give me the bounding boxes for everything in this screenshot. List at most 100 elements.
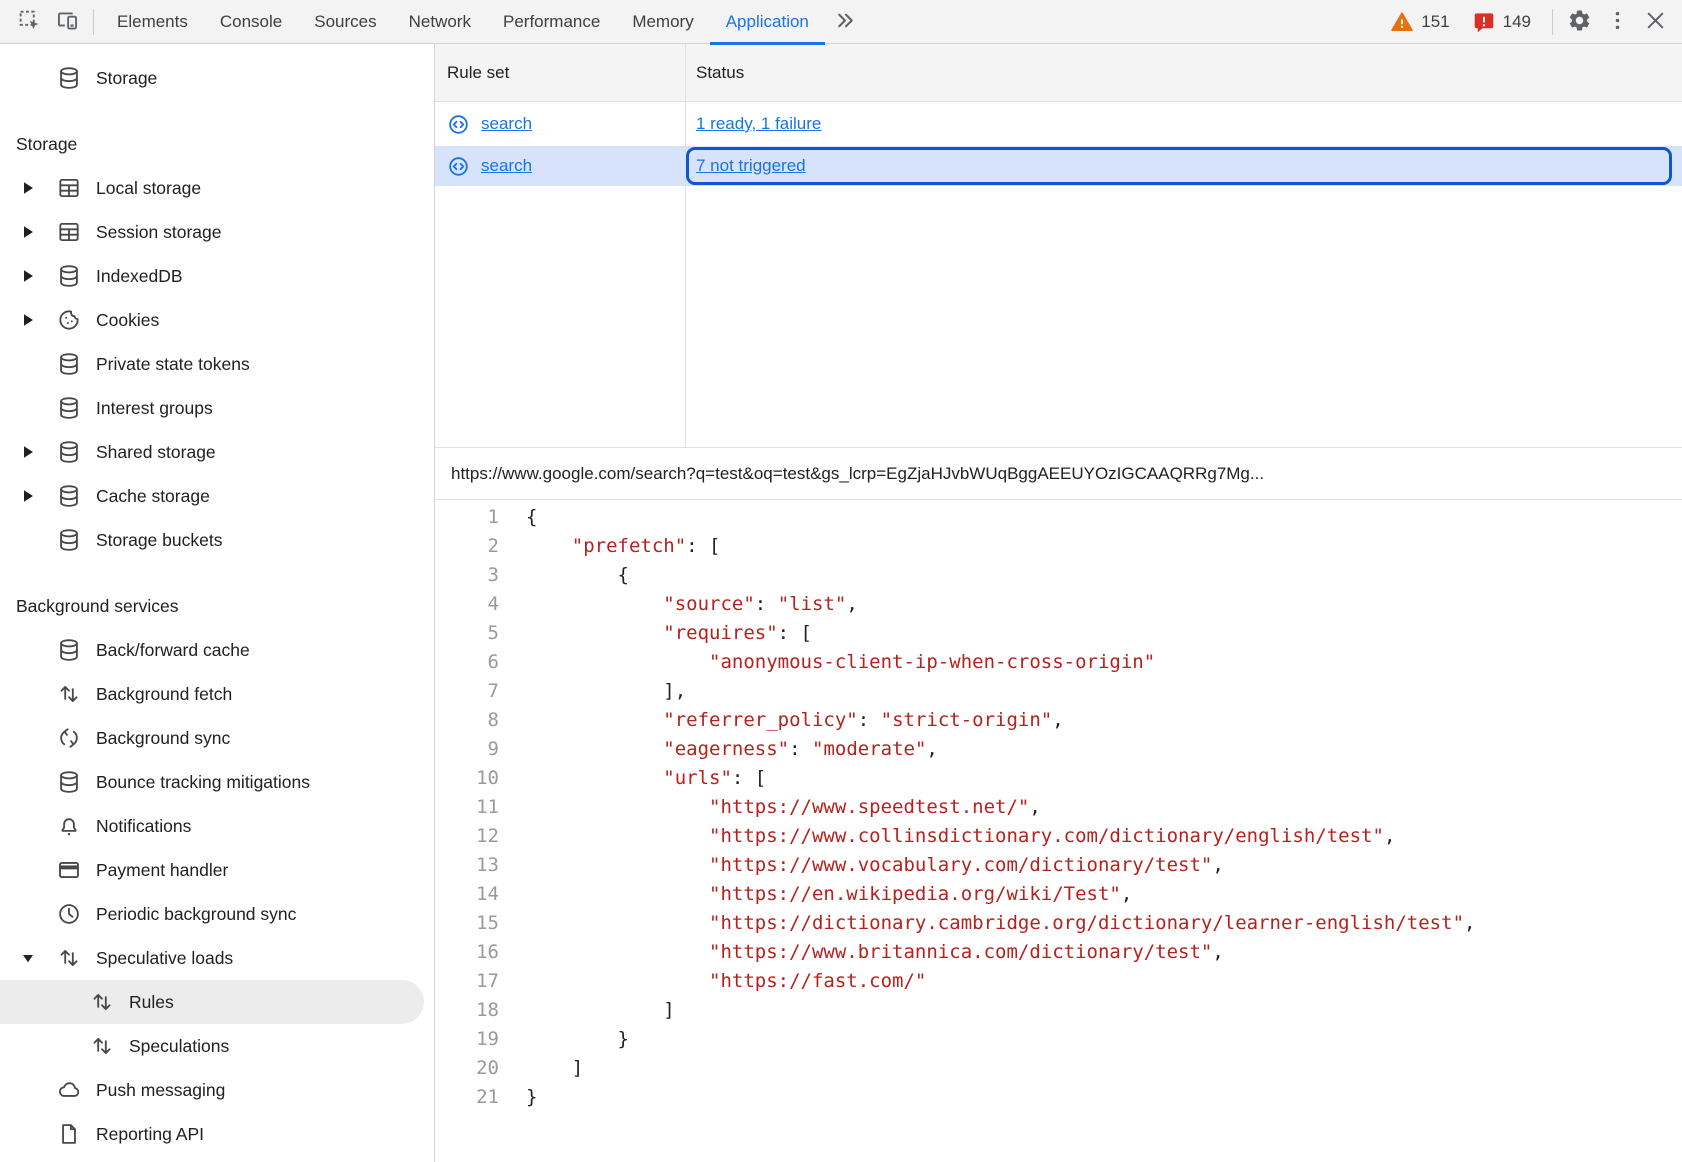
sidebar-item-background-sync[interactable]: Background sync — [0, 716, 434, 760]
close-icon — [1643, 8, 1668, 36]
code-line: 10 "urls": [ — [435, 764, 1682, 793]
close-devtools-button[interactable] — [1636, 3, 1674, 41]
sidebar-item-label: Speculative loads — [96, 948, 233, 969]
tab-sources[interactable]: Sources — [298, 0, 392, 44]
more-tabs-button[interactable] — [827, 3, 865, 41]
line-number[interactable]: 17 — [435, 967, 499, 996]
sidebar-item-label: Shared storage — [96, 442, 216, 463]
line-number[interactable]: 4 — [435, 590, 499, 619]
code-line: 8 "referrer_policy": "strict-origin", — [435, 706, 1682, 735]
code-line: 16 "https://www.britannica.com/dictionar… — [435, 938, 1682, 967]
line-number[interactable]: 21 — [435, 1083, 499, 1112]
rule-set-source-viewer[interactable]: 1{2 "prefetch": [3 {4 "source": "list",5… — [435, 500, 1682, 1162]
status-link[interactable]: 7 not triggered — [696, 156, 806, 176]
code-circle-icon — [447, 113, 470, 136]
sidebar-item-bounce-tracking-mitigations[interactable]: Bounce tracking mitigations — [0, 760, 434, 804]
sidebar-item-push-messaging[interactable]: Push messaging — [0, 1068, 434, 1112]
line-number[interactable]: 15 — [435, 909, 499, 938]
toolbar-divider — [1552, 9, 1553, 35]
tab-performance[interactable]: Performance — [487, 0, 616, 44]
triangle-right-icon[interactable] — [14, 181, 55, 195]
sidebar-item-rules[interactable]: Rules — [0, 980, 424, 1024]
line-number[interactable]: 9 — [435, 735, 499, 764]
sidebar-item-indexeddb[interactable]: IndexedDB — [0, 254, 434, 298]
sidebar-item-cookies[interactable]: Cookies — [0, 298, 434, 342]
speculative-loads-content: Rule set Status search1 ready, 1 failure… — [435, 44, 1682, 1162]
triangle-right-icon[interactable] — [14, 225, 55, 239]
line-number[interactable]: 16 — [435, 938, 499, 967]
line-number[interactable]: 1 — [435, 503, 499, 532]
sidebar-item-label: Storage buckets — [96, 530, 222, 551]
rule-set-row[interactable]: search 1 ready, 1 failure — [435, 102, 1682, 146]
column-header-status: Status — [686, 44, 1682, 101]
sidebar-item-private-state-tokens[interactable]: Private state tokens — [0, 342, 434, 386]
database-icon — [55, 351, 82, 378]
status-cell[interactable]: 7 not triggered — [686, 146, 1682, 186]
line-number[interactable]: 10 — [435, 764, 499, 793]
sidebar-item-background-fetch[interactable]: Background fetch — [0, 672, 434, 716]
sidebar-item-back-forward-cache[interactable]: Back/forward cache — [0, 628, 434, 672]
code-text: "requires": [ — [499, 619, 812, 648]
code-text: "https://www.britannica.com/dictionary/t… — [499, 938, 1224, 967]
error-count: 149 — [1503, 12, 1531, 32]
line-number[interactable]: 19 — [435, 1025, 499, 1054]
line-number[interactable]: 13 — [435, 851, 499, 880]
triangle-right-icon[interactable] — [14, 445, 55, 459]
rule-set-link[interactable]: search — [481, 156, 532, 176]
swap-vertical-icon — [88, 1033, 115, 1060]
line-number[interactable]: 18 — [435, 996, 499, 1025]
triangle-right-icon[interactable] — [14, 313, 55, 327]
triangle-right-icon[interactable] — [14, 489, 55, 503]
sidebar-item-storage[interactable]: Storage — [0, 56, 434, 100]
status-cell[interactable]: 1 ready, 1 failure — [686, 102, 1682, 146]
settings-button[interactable] — [1560, 3, 1598, 41]
error-icon — [1472, 10, 1496, 34]
device-toolbar-button[interactable] — [48, 3, 86, 41]
line-number[interactable]: 14 — [435, 880, 499, 909]
sidebar-item-shared-storage[interactable]: Shared storage — [0, 430, 434, 474]
line-number[interactable]: 8 — [435, 706, 499, 735]
application-sidebar: StorageStorageLocal storageSession stora… — [0, 44, 435, 1162]
line-number[interactable]: 20 — [435, 1054, 499, 1083]
line-number[interactable]: 7 — [435, 677, 499, 706]
line-number[interactable]: 3 — [435, 561, 499, 590]
triangle-right-icon[interactable] — [14, 269, 55, 283]
line-number[interactable]: 5 — [435, 619, 499, 648]
errors-badge[interactable]: 149 — [1472, 10, 1531, 34]
code-text: "urls": [ — [499, 764, 766, 793]
tab-memory[interactable]: Memory — [616, 0, 709, 44]
warnings-badge[interactable]: 151 — [1390, 10, 1449, 34]
tab-network[interactable]: Network — [393, 0, 487, 44]
inspect-button[interactable] — [10, 3, 48, 41]
status-link[interactable]: 1 ready, 1 failure — [696, 114, 821, 134]
line-number[interactable]: 11 — [435, 793, 499, 822]
line-number[interactable]: 6 — [435, 648, 499, 677]
tab-application[interactable]: Application — [710, 0, 825, 44]
sidebar-item-cache-storage[interactable]: Cache storage — [0, 474, 434, 518]
sidebar-item-periodic-background-sync[interactable]: Periodic background sync — [0, 892, 434, 936]
more-options-button[interactable] — [1598, 3, 1636, 41]
sidebar-item-payment-handler[interactable]: Payment handler — [0, 848, 434, 892]
code-text: "https://www.vocabulary.com/dictionary/t… — [499, 851, 1224, 880]
sidebar-item-local-storage[interactable]: Local storage — [0, 166, 434, 210]
sidebar-item-speculative-loads[interactable]: Speculative loads — [0, 936, 434, 980]
sidebar-item-notifications[interactable]: Notifications — [0, 804, 434, 848]
credit-card-icon — [55, 857, 82, 884]
line-number[interactable]: 12 — [435, 822, 499, 851]
rule-set-row[interactable]: search 7 not triggered — [435, 146, 1682, 186]
sidebar-item-interest-groups[interactable]: Interest groups — [0, 386, 434, 430]
rule-set-link[interactable]: search — [481, 114, 532, 134]
tab-console[interactable]: Console — [204, 0, 298, 44]
triangle-down-icon[interactable] — [14, 951, 55, 965]
sidebar-item-reporting-api[interactable]: Reporting API — [0, 1112, 434, 1156]
sidebar-item-storage-buckets[interactable]: Storage buckets — [0, 518, 434, 562]
code-line: 11 "https://www.speedtest.net/", — [435, 793, 1682, 822]
code-line: 3 { — [435, 561, 1682, 590]
code-line: 17 "https://fast.com/" — [435, 967, 1682, 996]
sidebar-item-session-storage[interactable]: Session storage — [0, 210, 434, 254]
tab-elements[interactable]: Elements — [101, 0, 204, 44]
database-icon — [55, 65, 82, 92]
sidebar-item-speculations[interactable]: Speculations — [0, 1024, 434, 1068]
line-number[interactable]: 2 — [435, 532, 499, 561]
database-icon — [55, 483, 82, 510]
